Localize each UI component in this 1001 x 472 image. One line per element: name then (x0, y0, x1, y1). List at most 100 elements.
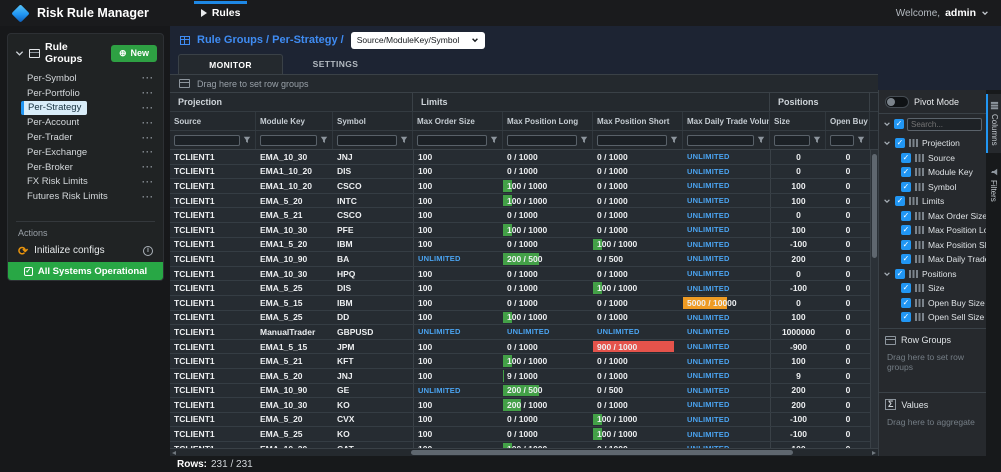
initialize-configs-action[interactable]: ⟳ Initialize configs i (8, 241, 163, 260)
filter-input-module_key[interactable] (260, 135, 317, 146)
chevron-down-icon[interactable] (883, 197, 891, 205)
item-menu-icon[interactable]: ··· (142, 118, 154, 128)
item-menu-icon[interactable]: ··· (142, 177, 154, 187)
column-checkbox[interactable]: ✓ (895, 138, 905, 148)
table-row[interactable]: TCLIENT1ManualTraderGBPUSDUNLIMITEDUNLIM… (170, 325, 870, 340)
chevron-down-icon[interactable] (883, 120, 891, 128)
column-checkbox[interactable]: ✓ (895, 196, 905, 206)
column-header-max_order[interactable]: Max Order Size (413, 112, 503, 130)
column-checkbox[interactable]: ✓ (901, 312, 911, 322)
column-header-open_buy[interactable]: Open Buy Size (826, 112, 870, 130)
filter-input-symbol[interactable] (337, 135, 397, 146)
column-checkbox[interactable]: ✓ (901, 211, 911, 221)
filter-input-size[interactable] (774, 135, 810, 146)
tree-item-max-order-size[interactable]: ✓ Max Order Size (879, 209, 986, 224)
drag-grip-icon[interactable] (915, 313, 924, 321)
column-header-module_key[interactable]: Module Key (256, 112, 333, 130)
drag-grip-icon[interactable] (915, 255, 924, 263)
filter-funnel-icon[interactable] (757, 136, 765, 144)
drag-grip-icon[interactable] (915, 241, 924, 249)
table-row[interactable]: TCLIENT1EMA_10_90BAUNLIMITED200 / 5000 /… (170, 252, 870, 267)
chevron-down-icon[interactable] (883, 139, 891, 147)
item-menu-icon[interactable]: ··· (142, 88, 154, 98)
filter-funnel-icon[interactable] (670, 136, 678, 144)
row-groups-section[interactable]: Row Groups Drag here to set row groups (879, 328, 986, 392)
filter-input-source[interactable] (174, 135, 240, 146)
tree-item-open-sell-size[interactable]: ✓ Open Sell Size (879, 310, 986, 325)
sidebar-item-per-broker[interactable]: Per-Broker ··· (8, 160, 163, 175)
vertical-scrollbar[interactable] (870, 150, 878, 448)
filter-input-daily[interactable] (687, 135, 754, 146)
new-rule-group-button[interactable]: ⊕ New (111, 45, 157, 62)
column-checkbox[interactable]: ✓ (901, 254, 911, 264)
column-checkbox[interactable]: ✓ (901, 240, 911, 250)
item-menu-icon[interactable]: ··· (142, 133, 154, 143)
column-header-symbol[interactable]: Symbol (333, 112, 413, 130)
values-section[interactable]: Σ Values Drag here to aggregate (879, 392, 986, 456)
drag-grip-icon[interactable] (915, 284, 924, 292)
system-status-banner[interactable]: ✓ All Systems Operational (8, 262, 163, 280)
table-row[interactable]: TCLIENT1EMA_5_20CVX1000 / 1000100 / 1000… (170, 413, 870, 428)
filter-funnel-icon[interactable] (990, 168, 998, 176)
drag-grip-icon[interactable] (915, 226, 924, 234)
column-checkbox[interactable]: ✓ (901, 283, 911, 293)
table-row[interactable]: TCLIENT1EMA1_10_20CSCO100100 / 10000 / 1… (170, 179, 870, 194)
nav-tab-rules[interactable]: Rules (191, 0, 251, 26)
table-row[interactable]: TCLIENT1EMA_10_30KO100200 / 10000 / 1000… (170, 398, 870, 413)
table-row[interactable]: TCLIENT1EMA_5_25DIS1000 / 1000100 / 1000… (170, 281, 870, 296)
view-selector[interactable]: Source/ModuleKey/Symbol (351, 32, 486, 49)
sidebar-item-per-exchange[interactable]: Per-Exchange ··· (8, 145, 163, 160)
tree-item-module-key[interactable]: ✓ Module Key (879, 165, 986, 180)
item-menu-icon[interactable]: ··· (142, 192, 154, 202)
column-search-input[interactable] (907, 118, 982, 131)
table-row[interactable]: TCLIENT1EMA_10_30HPQ1000 / 10000 / 1000U… (170, 267, 870, 282)
column-checkbox[interactable]: ✓ (895, 269, 905, 279)
tree-item-symbol[interactable]: ✓ Symbol (879, 180, 986, 195)
user-menu[interactable]: Welcome, admin (896, 7, 989, 19)
filter-funnel-icon[interactable] (490, 136, 498, 144)
table-row[interactable]: TCLIENT1EMA_10_30PFE100100 / 10000 / 100… (170, 223, 870, 238)
drag-grip-icon[interactable] (915, 154, 924, 162)
item-menu-icon[interactable]: ··· (142, 103, 154, 113)
column-checkbox[interactable]: ✓ (901, 182, 911, 192)
filter-funnel-icon[interactable] (320, 136, 328, 144)
tree-item-size[interactable]: ✓ Size (879, 281, 986, 296)
side-tab-filters[interactable]: Filters (986, 161, 1001, 209)
tree-item-max-position-short[interactable]: ✓ Max Position Short (879, 238, 986, 253)
sidebar-item-per-strategy[interactable]: Per-Strategy ··· (8, 101, 163, 116)
tree-group-positions[interactable]: ✓ Positions (879, 267, 986, 282)
drag-grip-icon[interactable] (909, 270, 918, 278)
column-header-source[interactable]: Source (170, 112, 256, 130)
scroll-right-icon[interactable] (872, 451, 876, 455)
tree-item-max-position-long[interactable]: ✓ Max Position Long (879, 223, 986, 238)
table-row[interactable]: TCLIENT1EMA_5_25DD100100 / 10000 / 1000U… (170, 311, 870, 326)
drag-grip-icon[interactable] (909, 139, 918, 147)
filter-input-long[interactable] (507, 135, 577, 146)
drag-grip-icon[interactable] (915, 299, 924, 307)
column-checkbox[interactable]: ✓ (901, 298, 911, 308)
column-checkbox[interactable]: ✓ (901, 167, 911, 177)
table-row[interactable]: TCLIENT1EMA_5_15IBM1000 / 10000 / 100050… (170, 296, 870, 311)
drag-grip-icon[interactable] (915, 168, 924, 176)
table-row[interactable]: TCLIENT1EMA1_5_15JPM1000 / 1000900 / 100… (170, 340, 870, 355)
drag-grip-icon[interactable] (915, 212, 924, 220)
table-row[interactable]: TCLIENT1EMA1_5_20IBM1000 / 1000100 / 100… (170, 238, 870, 253)
item-menu-icon[interactable]: ··· (142, 147, 154, 157)
drag-grip-icon[interactable] (915, 183, 924, 191)
pivot-mode-toggle[interactable] (885, 96, 909, 108)
filter-funnel-icon[interactable] (813, 136, 821, 144)
column-header-size[interactable]: Size (770, 112, 826, 130)
column-checkbox[interactable]: ✓ (901, 153, 911, 163)
filter-funnel-icon[interactable] (857, 136, 865, 144)
sidebar-item-per-account[interactable]: Per-Account ··· (8, 115, 163, 130)
filter-input-max_order[interactable] (417, 135, 487, 146)
table-row[interactable]: TCLIENT1EMA_5_20INTC100100 / 10000 / 100… (170, 194, 870, 209)
side-tab-columns[interactable]: Columns (986, 94, 1001, 153)
table-row[interactable]: TCLIENT1EMA_5_20JNJ1009 / 10000 / 1000UN… (170, 369, 870, 384)
sidebar-item-futures-risk-limits[interactable]: Futures Risk Limits ··· (8, 189, 163, 204)
filter-funnel-icon[interactable] (580, 136, 588, 144)
chevron-down-icon[interactable] (883, 270, 891, 278)
info-icon[interactable]: i (143, 246, 153, 256)
item-menu-icon[interactable]: ··· (142, 73, 154, 83)
table-row[interactable]: TCLIENT1EMA_10_90GEUNLIMITED200 / 5000 /… (170, 384, 870, 399)
